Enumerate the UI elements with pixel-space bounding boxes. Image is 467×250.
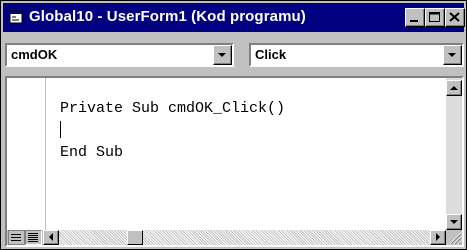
maximize-icon: [429, 12, 440, 22]
code-line[interactable]: End Sub: [60, 144, 123, 161]
scroll-right-button[interactable]: [430, 230, 446, 245]
procedure-combo[interactable]: Click: [249, 43, 464, 67]
code-window: Global10 - UserForm1 (Kod programu) cmdO…: [0, 0, 467, 250]
scroll-left-button[interactable]: [43, 230, 59, 245]
title-bar[interactable]: Global10 - UserForm1 (Kod programu): [3, 3, 465, 32]
full-module-view-icon: [28, 233, 38, 242]
horizontal-scroll-thumb[interactable]: [127, 230, 143, 245]
text-caret: [60, 121, 61, 138]
close-button[interactable]: [445, 8, 465, 27]
vba-module-icon[interactable]: [9, 10, 23, 24]
vertical-scrollbar[interactable]: [446, 78, 462, 230]
object-dropdown-button[interactable]: [213, 45, 232, 65]
margin-indicator-bar[interactable]: [7, 78, 46, 230]
code-line[interactable]: Private Sub cmdOK_Click(): [60, 100, 285, 117]
object-combo-value: cmdOK: [11, 47, 58, 62]
minimize-icon: [410, 20, 418, 22]
maximize-button[interactable]: [425, 8, 445, 27]
arrow-up-icon: [450, 86, 458, 90]
resize-grip-icon: [449, 232, 462, 245]
procedure-dropdown-button[interactable]: [443, 45, 462, 65]
arrow-left-icon: [49, 233, 53, 241]
minimize-button[interactable]: [405, 8, 425, 27]
scroll-up-button[interactable]: [446, 80, 462, 96]
chevron-down-icon: [448, 53, 456, 57]
resize-grip[interactable]: [446, 230, 462, 245]
full-module-view-button[interactable]: [25, 230, 42, 245]
arrow-right-icon: [436, 233, 440, 241]
close-icon: [449, 12, 460, 22]
arrow-down-icon: [450, 220, 458, 224]
scroll-down-button[interactable]: [446, 214, 462, 230]
code-pane[interactable]: Private Sub cmdOK_Click() End Sub: [46, 78, 446, 230]
object-combo[interactable]: cmdOK: [5, 43, 234, 67]
procedure-combo-value: Click: [255, 47, 287, 62]
procedure-view-icon: [11, 234, 21, 241]
bottom-bar: [7, 230, 462, 245]
horizontal-scrollbar[interactable]: [59, 230, 430, 245]
chevron-down-icon: [218, 53, 226, 57]
procedure-view-button[interactable]: [8, 230, 25, 245]
code-editor: Private Sub cmdOK_Click() End Sub: [5, 76, 464, 247]
window-title: Global10 - UserForm1 (Kod programu): [29, 8, 306, 25]
